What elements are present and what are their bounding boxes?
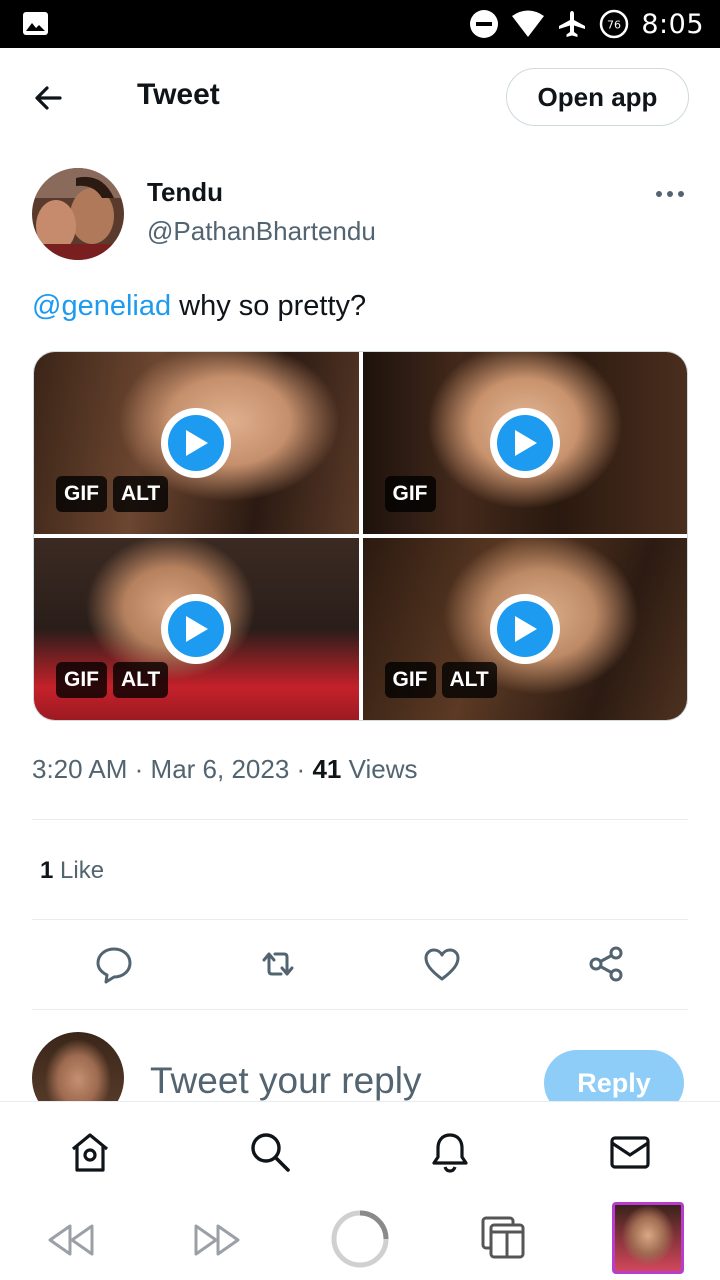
page-header: Tweet Open app xyxy=(0,48,720,146)
gif-badge: GIF xyxy=(56,662,107,698)
loading-spinner-icon xyxy=(331,1210,389,1268)
airplane-mode-icon xyxy=(559,11,586,37)
divider xyxy=(32,1009,688,1010)
divider xyxy=(32,819,688,820)
gif-tile-3[interactable]: GIF ALT xyxy=(34,538,359,720)
play-icon[interactable] xyxy=(489,594,560,664)
tweet-text: @geneliad why so pretty? xyxy=(32,290,366,323)
alt-badge[interactable]: ALT xyxy=(113,476,169,512)
more-options-icon[interactable] xyxy=(652,180,688,208)
gif-badge: GIF xyxy=(384,476,436,512)
gif-badge: GIF xyxy=(384,662,436,698)
media-grid: GIF ALT GIF GIF ALT GIF ALT xyxy=(33,351,688,721)
play-icon[interactable] xyxy=(489,408,560,478)
meta-separator: · xyxy=(134,754,144,784)
gif-badge: GIF xyxy=(56,476,107,512)
meta-separator: · xyxy=(296,754,306,784)
gif-tile-2[interactable]: GIF xyxy=(362,352,687,534)
alt-badge[interactable]: ALT xyxy=(441,662,497,698)
bottom-nav xyxy=(0,1101,720,1200)
status-bar: 76 8:05 xyxy=(0,0,720,48)
reply-input[interactable]: Tweet your reply xyxy=(150,1060,421,1102)
likes-label: Like xyxy=(53,857,105,884)
alt-badge[interactable]: ALT xyxy=(113,662,169,698)
do-not-disturb-icon xyxy=(470,10,499,38)
tabs-icon[interactable] xyxy=(480,1214,526,1260)
likes-count: 1 xyxy=(40,857,54,884)
likes-link[interactable]: 1 Like xyxy=(40,857,104,885)
reply-icon[interactable] xyxy=(94,944,134,984)
tweet-date[interactable]: Mar 6, 2023 xyxy=(151,754,290,784)
search-icon[interactable] xyxy=(248,1130,292,1174)
svg-text:76: 76 xyxy=(607,19,621,32)
mention-link[interactable]: @geneliad xyxy=(32,290,171,322)
open-app-button[interactable]: Open app xyxy=(506,68,689,126)
home-icon[interactable] xyxy=(68,1130,112,1174)
divider xyxy=(32,919,688,920)
like-icon[interactable] xyxy=(422,944,462,984)
tweet-time[interactable]: 3:20 AM xyxy=(32,754,127,784)
gif-tile-1[interactable]: GIF ALT xyxy=(34,352,359,534)
notifications-icon[interactable] xyxy=(428,1130,472,1174)
tweet-body: why so pretty? xyxy=(171,290,367,322)
status-time: 8:05 xyxy=(641,8,704,40)
tab-preview-thumbnail[interactable] xyxy=(612,1202,684,1274)
wifi-icon xyxy=(512,10,545,37)
play-icon[interactable] xyxy=(161,408,232,478)
gallery-icon xyxy=(23,12,48,35)
views-label: Views xyxy=(341,754,418,784)
retweet-icon[interactable] xyxy=(258,944,298,984)
author-handle[interactable]: @PathanBhartendu xyxy=(147,216,376,247)
fast-forward-icon[interactable] xyxy=(192,1220,242,1260)
share-icon[interactable] xyxy=(586,944,626,984)
gif-tile-4[interactable]: GIF ALT xyxy=(362,538,687,720)
tweet-meta: 3:20 AM · Mar 6, 2023 · 41 Views xyxy=(32,754,417,785)
page-title: Tweet xyxy=(137,78,220,111)
author-avatar[interactable] xyxy=(32,168,124,260)
author-name[interactable]: Tendu xyxy=(147,177,223,208)
messages-icon[interactable] xyxy=(608,1130,652,1174)
views-count: 41 xyxy=(312,754,342,784)
play-icon[interactable] xyxy=(161,594,232,664)
rewind-icon[interactable] xyxy=(46,1220,96,1260)
back-arrow-icon[interactable] xyxy=(28,78,72,118)
battery-icon: 76 xyxy=(600,9,629,39)
